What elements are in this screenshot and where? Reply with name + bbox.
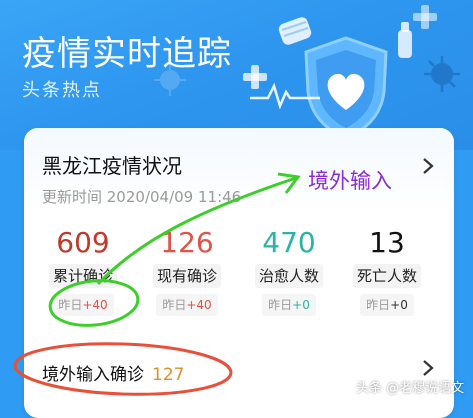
import-confirmed-count: 127 (152, 365, 185, 385)
chevron-right-icon[interactable] (419, 154, 437, 178)
delta-value: +0 (390, 298, 408, 312)
region-title: 黑龙江疫情状况 (42, 154, 182, 178)
delta-prefix: 昨日 (268, 298, 293, 312)
delta-value: +40 (186, 298, 212, 312)
import-confirmed-row[interactable]: 境外输入确诊 127 (42, 360, 184, 385)
page-subtitle: 头条热点 (22, 80, 102, 101)
stat-delta: 昨日+40 (52, 294, 114, 316)
stat-value: 609 (56, 226, 110, 259)
import-confirmed-label: 境外输入确诊 (42, 365, 144, 385)
watermark: 头条 @老穆说语文 (356, 381, 465, 396)
delta-value: +0 (292, 298, 310, 312)
delta-prefix: 昨日 (58, 298, 83, 312)
virus-icon (154, 64, 186, 96)
stat-deaths[interactable]: 13 死亡人数 昨日+0 (342, 226, 432, 316)
pulse-line-icon (250, 82, 320, 110)
stat-confirmed-current[interactable]: 126 现有确诊 昨日+40 (142, 226, 232, 316)
stat-recovered[interactable]: 470 治愈人数 昨日+0 (244, 226, 334, 316)
stat-delta: 昨日+0 (360, 294, 414, 316)
update-time: 更新时间 2020/04/09 11:46 (42, 188, 242, 206)
stat-confirmed-total[interactable]: 609 累计确诊 昨日+40 (38, 226, 128, 316)
delta-prefix: 昨日 (366, 298, 391, 312)
stat-label: 治愈人数 (254, 264, 323, 288)
stat-value: 470 (262, 226, 316, 259)
stat-delta: 昨日+0 (262, 294, 316, 316)
delta-value: +40 (82, 298, 108, 312)
page-title: 疫情实时追踪 (22, 34, 232, 74)
status-card: 黑龙江疫情状况 更新时间 2020/04/09 11:46 境外输入 609 累… (24, 128, 454, 418)
import-link[interactable]: 境外输入 (308, 165, 392, 195)
stat-delta: 昨日+40 (156, 294, 218, 316)
delta-prefix: 昨日 (162, 298, 187, 312)
stat-label: 死亡人数 (352, 264, 421, 288)
virus-icon (424, 56, 460, 92)
stat-label: 现有确诊 (152, 264, 221, 288)
stat-value: 13 (369, 226, 405, 259)
stat-label: 累计确诊 (48, 264, 117, 288)
stat-value: 126 (160, 226, 214, 259)
